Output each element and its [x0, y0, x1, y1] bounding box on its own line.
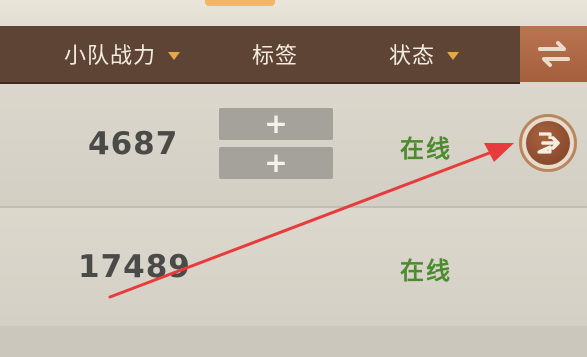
squad-panel: 小队战力 标签 状态 4687 + + 在线 17489 在线 [0, 0, 587, 357]
header-status-label: 状态 [389, 44, 436, 69]
squad-power-value: 17489 [78, 249, 191, 285]
add-tag-button[interactable]: + [219, 108, 333, 140]
add-tag-button[interactable]: + [219, 147, 333, 179]
squad-power-value: 4687 [88, 126, 179, 162]
dropdown-caret-icon [447, 51, 460, 60]
exit-door-icon [526, 121, 570, 165]
top-accent-tab [205, 0, 275, 6]
table-row [0, 326, 587, 357]
header-tag: 标签 [252, 26, 298, 82]
status-online: 在线 [400, 135, 452, 163]
swap-button[interactable] [520, 26, 587, 82]
dropdown-caret-icon [168, 51, 181, 60]
header-status[interactable]: 状态 [389, 26, 460, 82]
swap-arrows-icon [537, 41, 570, 67]
table-header: 小队战力 标签 状态 [0, 26, 520, 84]
exit-button[interactable] [519, 114, 577, 172]
header-squad-power-label: 小队战力 [64, 44, 157, 69]
status-online: 在线 [400, 257, 452, 285]
header-squad-power[interactable]: 小队战力 [64, 26, 181, 82]
top-bar [0, 0, 587, 26]
header-tag-label: 标签 [252, 44, 299, 69]
